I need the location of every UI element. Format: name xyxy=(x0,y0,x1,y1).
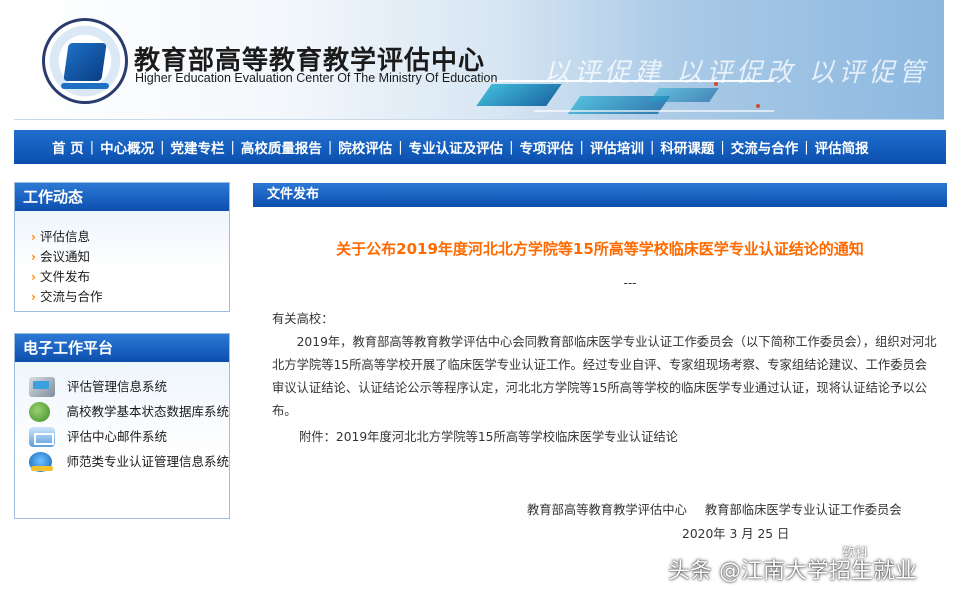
nav-separator: | xyxy=(804,139,809,155)
computer-icon xyxy=(29,376,55,397)
nav-separator: | xyxy=(649,139,655,155)
watermark: 头条 @江南大学招生就业 xyxy=(668,559,917,584)
work-news-title: 工作动态 xyxy=(15,183,229,211)
nav-training[interactable]: 评估培训 xyxy=(590,137,644,157)
nav-exchange[interactable]: 交流与合作 xyxy=(731,137,799,157)
nav-separator: | xyxy=(509,139,514,155)
work-link-documents[interactable]: › 文件发布 xyxy=(31,267,229,287)
nav-special-eval[interactable]: 专项评估 xyxy=(520,137,574,157)
platform-title: 电子工作平台 xyxy=(15,334,229,362)
nav-separator: | xyxy=(720,139,725,155)
globe-icon xyxy=(29,401,51,422)
nav-separator: | xyxy=(327,139,333,155)
work-news-box: 工作动态 › 评估信息 › 会议通知 › 文件发布 › 交流与合作 xyxy=(14,182,230,312)
article-body: 有关高校： 2019年，教育部高等教育教学评估中心会同教育部临床医学专业认证工作… xyxy=(272,308,937,423)
platform-link-teacher-cert[interactable]: 师范类专业认证管理信息系统 xyxy=(29,449,229,474)
work-link-exchange[interactable]: › 交流与合作 xyxy=(31,287,229,307)
article-paragraph: 2019年，教育部高等教育教学评估中心会同教育部临床医学专业认证工作委员会（以下… xyxy=(272,335,937,418)
nav-about[interactable]: 中心概况 xyxy=(100,137,154,157)
platform-body: 评估管理信息系统 高校教学基本状态数据库系统 评估中心邮件系统 师范类专业认证管… xyxy=(15,362,229,518)
signature-date: 2020年 3 月 25 日 xyxy=(682,527,790,541)
site-subtitle: Higher Education Evaluation Center Of Th… xyxy=(135,71,498,85)
platform-link-database[interactable]: 高校教学基本状态数据库系统 xyxy=(29,399,229,424)
nav-separator: | xyxy=(89,139,95,155)
chevron-right-icon: › xyxy=(31,290,36,304)
attachment-link[interactable]: 附件：2019年度河北北方学院等15所高等学校临床医学专业认证结论 xyxy=(299,427,678,445)
logo-seal[interactable] xyxy=(42,18,128,104)
logo-bar xyxy=(61,83,109,89)
chevron-right-icon: › xyxy=(31,250,36,264)
signature-orgs: 教育部高等教育教学评估中心 教育部临床医学专业认证工作委员会 xyxy=(527,500,902,518)
earth-icon xyxy=(29,451,54,472)
nav-quality-report[interactable]: 高校质量报告 xyxy=(241,137,322,157)
nav-accreditation[interactable]: 专业认证及评估 xyxy=(409,137,504,157)
header-banner: 教育部高等教育教学评估中心 Higher Education Evaluatio… xyxy=(14,0,944,120)
decor-line xyxy=(534,110,774,112)
work-news-body: › 评估信息 › 会议通知 › 文件发布 › 交流与合作 xyxy=(15,211,229,311)
signature-org-center: 教育部高等教育教学评估中心 xyxy=(527,503,687,517)
work-link-meetings[interactable]: › 会议通知 xyxy=(31,247,229,267)
nav-separator: | xyxy=(579,139,584,155)
platform-box: 电子工作平台 评估管理信息系统 高校教学基本状态数据库系统 评估中心邮件系统 师… xyxy=(14,333,230,519)
section-title: 文件发布 xyxy=(253,183,947,207)
nav-separator: | xyxy=(160,139,165,155)
logo-mark xyxy=(63,43,107,81)
decor-dot xyxy=(756,104,760,108)
banner-slogan: 以评促建 以评促改 以评促管 xyxy=(544,58,929,88)
article-divider: --- xyxy=(623,276,637,290)
main-nav: 首 页 | 中心概况 | 党建专栏 | 高校质量报告 | 院校评估 | 专业认证… xyxy=(14,130,946,164)
nav-institution-eval[interactable]: 院校评估 xyxy=(338,137,392,157)
platform-link-eval-mgmt[interactable]: 评估管理信息系统 xyxy=(29,374,229,399)
article-greeting: 有关高校： xyxy=(272,312,334,326)
nav-party[interactable]: 党建专栏 xyxy=(170,137,224,157)
signature-org-committee: 教育部临床医学专业认证工作委员会 xyxy=(704,503,902,517)
platform-link-mail[interactable]: 评估中心邮件系统 xyxy=(29,424,229,449)
chevron-right-icon: › xyxy=(31,270,36,284)
nav-bulletin[interactable]: 评估简报 xyxy=(815,137,869,157)
nav-separator: | xyxy=(230,139,235,155)
nav-research[interactable]: 科研课题 xyxy=(660,137,714,157)
nav-separator: | xyxy=(398,139,403,155)
nav-home[interactable]: 首 页 xyxy=(52,137,84,157)
mail-icon xyxy=(29,426,55,447)
chevron-right-icon: › xyxy=(31,230,36,244)
decor-plate xyxy=(649,88,719,102)
work-link-eval-info[interactable]: › 评估信息 xyxy=(31,227,229,247)
article-title: 关于公布2019年度河北北方学院等15所高等学校临床医学专业认证结论的通知 xyxy=(336,240,864,258)
